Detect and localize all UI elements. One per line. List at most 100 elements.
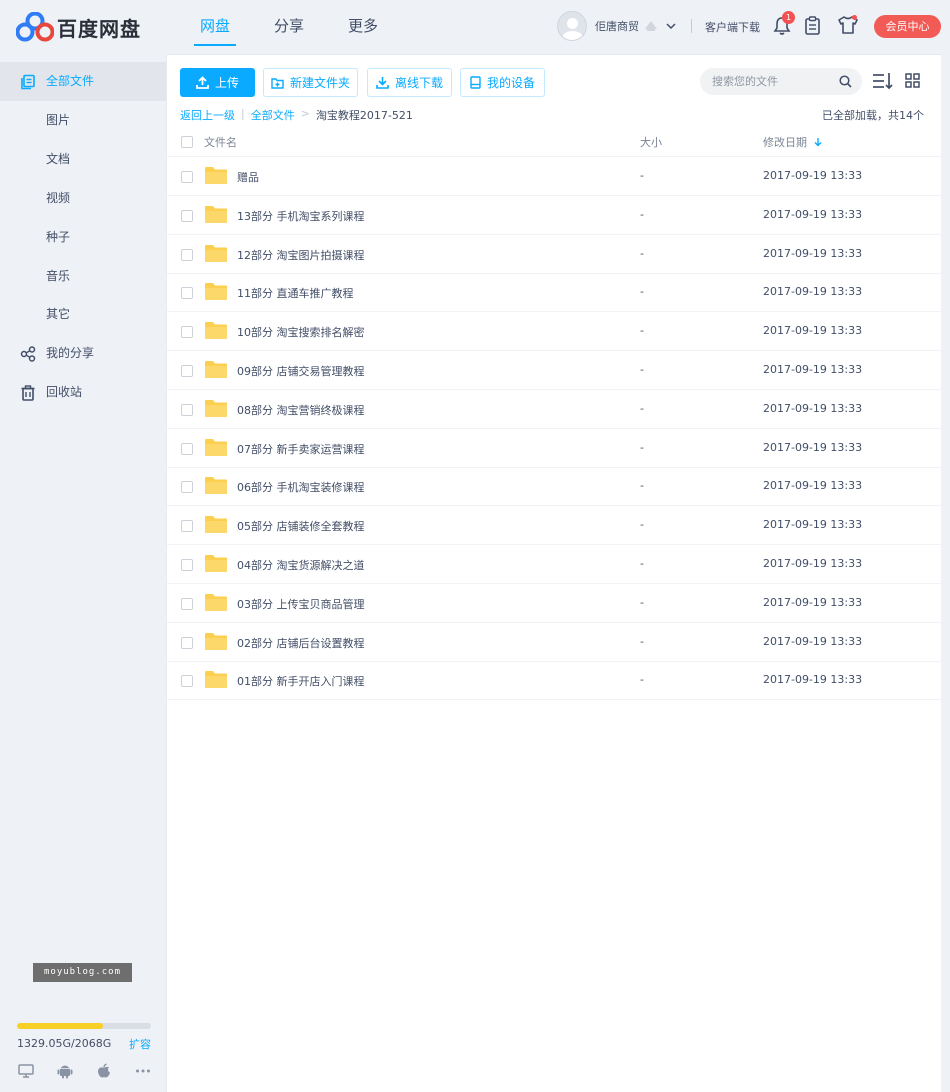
file-name[interactable]: 06部分 手机淘宝装修课程 — [237, 479, 365, 495]
column-header-date[interactable]: 修改日期 — [763, 134, 823, 150]
table-row[interactable]: 09部分 店铺交易管理教程 - 2017-09-19 13:33 — [167, 351, 942, 390]
row-checkbox[interactable] — [181, 287, 193, 300]
search-icon[interactable] — [839, 75, 852, 88]
upload-label: 上传 — [214, 76, 239, 90]
row-checkbox[interactable] — [181, 403, 193, 416]
folder-icon — [205, 555, 227, 572]
upload-icon — [196, 76, 209, 89]
expand-storage-link[interactable]: 扩容 — [129, 1036, 151, 1052]
file-size: - — [640, 595, 644, 609]
sidebar-item-trash[interactable]: 回收站 — [0, 373, 166, 412]
sidebar-item-images[interactable]: 图片 — [0, 101, 166, 140]
search-input[interactable] — [700, 68, 862, 95]
row-checkbox[interactable] — [181, 559, 193, 571]
file-size: - — [640, 440, 644, 454]
sidebar-item-torrents[interactable]: 种子 — [0, 218, 166, 257]
column-header-date-label: 修改日期 — [763, 136, 807, 149]
sidebar-item-all-files[interactable]: 全部文件 — [0, 62, 166, 101]
sidebar-item-music[interactable]: 音乐 — [0, 257, 166, 296]
row-checkbox[interactable] — [181, 597, 193, 610]
file-name[interactable]: 10部分 淘宝搜索排名解密 — [237, 324, 365, 340]
desktop-icon[interactable] — [18, 1063, 34, 1079]
grid-view-icon[interactable] — [905, 73, 920, 88]
chevron-down-icon[interactable] — [665, 20, 677, 32]
file-name[interactable]: 01部分 新手开店入门课程 — [237, 673, 365, 689]
table-row[interactable]: 07部分 新手卖家运营课程 - 2017-09-19 13:33 — [167, 429, 942, 468]
sidebar: 全部文件 图片 文档 视频 种子 音乐 其它 我的分享 回收站 — [0, 54, 166, 1092]
file-date: 2017-09-19 13:33 — [763, 169, 863, 182]
row-checkbox[interactable] — [181, 481, 193, 494]
file-name[interactable]: 05部分 店铺装修全套教程 — [237, 518, 365, 534]
quota-text: 1329.05G/2068G — [17, 1037, 112, 1050]
table-header: 文件名 大小 修改日期 — [167, 127, 942, 157]
row-checkbox[interactable] — [181, 248, 193, 261]
file-size: - — [640, 363, 644, 376]
table-row[interactable]: 10部分 淘宝搜索排名解密 - 2017-09-19 13:33 — [167, 312, 942, 352]
clipboard-icon[interactable] — [805, 16, 820, 35]
table-row[interactable]: 06部分 手机淘宝装修课程 - 2017-09-19 13:33 — [167, 467, 942, 507]
row-checkbox[interactable] — [181, 365, 193, 377]
breadcrumb-root-link[interactable]: 全部文件 — [251, 107, 295, 123]
breadcrumb-back-link[interactable]: 返回上一级 — [180, 107, 235, 123]
file-size: - — [640, 479, 644, 493]
table-row[interactable]: 03部分 上传宝贝商品管理 - 2017-09-19 13:33 — [167, 584, 942, 623]
vip-center-button[interactable]: 会员中心 — [874, 15, 941, 38]
sidebar-item-videos[interactable]: 视频 — [0, 179, 166, 218]
file-name[interactable]: 09部分 店铺交易管理教程 — [237, 363, 365, 379]
my-devices-label: 我的设备 — [486, 76, 535, 90]
column-header-size[interactable]: 大小 — [640, 134, 662, 150]
row-checkbox[interactable] — [181, 326, 193, 339]
file-date: 2017-09-19 13:33 — [763, 518, 863, 532]
user-menu[interactable]: 佢唐商贸 — [557, 11, 677, 41]
load-status: 已全部加载，共14个 — [822, 109, 924, 122]
username[interactable]: 佢唐商贸 — [595, 18, 639, 34]
table-row[interactable]: 11部分 直通车推广教程 - 2017-09-19 13:33 — [167, 273, 942, 313]
file-size: - — [640, 673, 644, 687]
new-folder-button[interactable]: 新建文件夹 — [263, 68, 358, 97]
file-name[interactable]: 12部分 淘宝图片拍摄课程 — [237, 247, 365, 263]
file-name[interactable]: 13部分 手机淘宝系列课程 — [237, 208, 365, 224]
apple-icon[interactable] — [96, 1063, 112, 1079]
file-name[interactable]: 赠品 — [237, 169, 259, 185]
file-date: 2017-09-19 13:33 — [763, 324, 863, 338]
avatar[interactable] — [557, 11, 587, 41]
android-icon[interactable] — [57, 1063, 73, 1079]
nav-more[interactable]: 更多 — [326, 0, 400, 54]
file-name[interactable]: 08部分 淘宝营销终极课程 — [237, 402, 365, 418]
client-download-link[interactable]: 客户端下载 — [705, 19, 760, 35]
sidebar-item-other[interactable]: 其它 — [0, 295, 166, 334]
file-name[interactable]: 02部分 店铺后台设置教程 — [237, 635, 365, 651]
table-row[interactable]: 13部分 手机淘宝系列课程 - 2017-09-19 13:33 — [167, 196, 942, 235]
offline-download-button[interactable]: 离线下载 — [367, 68, 452, 97]
file-name[interactable]: 07部分 新手卖家运营课程 — [237, 441, 365, 457]
sidebar-item-documents[interactable]: 文档 — [0, 140, 166, 179]
table-row[interactable]: 08部分 淘宝营销终极课程 - 2017-09-19 13:33 — [167, 390, 942, 429]
logo[interactable]: 百度网盘 — [16, 12, 141, 42]
row-checkbox[interactable] — [181, 520, 193, 533]
file-date: 2017-09-19 13:33 — [763, 401, 863, 415]
nav-netdisk[interactable]: 网盘 — [178, 0, 252, 54]
column-header-name[interactable]: 文件名 — [204, 134, 237, 150]
file-name[interactable]: 03部分 上传宝贝商品管理 — [237, 596, 365, 612]
table-row[interactable]: 04部分 淘宝货源解决之道 - 2017-09-19 13:33 — [167, 545, 942, 584]
row-checkbox[interactable] — [181, 209, 193, 222]
select-all-checkbox[interactable] — [181, 136, 193, 148]
upload-button[interactable]: 上传 — [180, 68, 255, 97]
file-name[interactable]: 11部分 直通车推广教程 — [237, 285, 354, 301]
table-row[interactable]: 12部分 淘宝图片拍摄课程 - 2017-09-19 13:33 — [167, 235, 942, 274]
file-name[interactable]: 04部分 淘宝货源解决之道 — [237, 557, 365, 573]
row-checkbox[interactable] — [181, 675, 193, 688]
file-size: - — [640, 169, 644, 182]
row-checkbox[interactable] — [181, 636, 193, 649]
sort-icon[interactable] — [872, 72, 894, 90]
sidebar-item-my-share[interactable]: 我的分享 — [0, 334, 166, 373]
row-checkbox[interactable] — [181, 442, 193, 455]
table-row[interactable]: 02部分 店铺后台设置教程 - 2017-09-19 13:33 — [167, 623, 942, 662]
table-row[interactable]: 01部分 新手开店入门课程 - 2017-09-19 13:33 — [167, 661, 942, 701]
my-devices-button[interactable]: 我的设备 — [460, 68, 545, 97]
table-row[interactable]: 赠品 - 2017-09-19 13:33 — [167, 157, 942, 196]
table-row[interactable]: 05部分 店铺装修全套教程 - 2017-09-19 13:33 — [167, 506, 942, 546]
more-dots-icon[interactable] — [135, 1063, 151, 1079]
row-checkbox[interactable] — [181, 171, 193, 183]
nav-share[interactable]: 分享 — [252, 0, 326, 54]
